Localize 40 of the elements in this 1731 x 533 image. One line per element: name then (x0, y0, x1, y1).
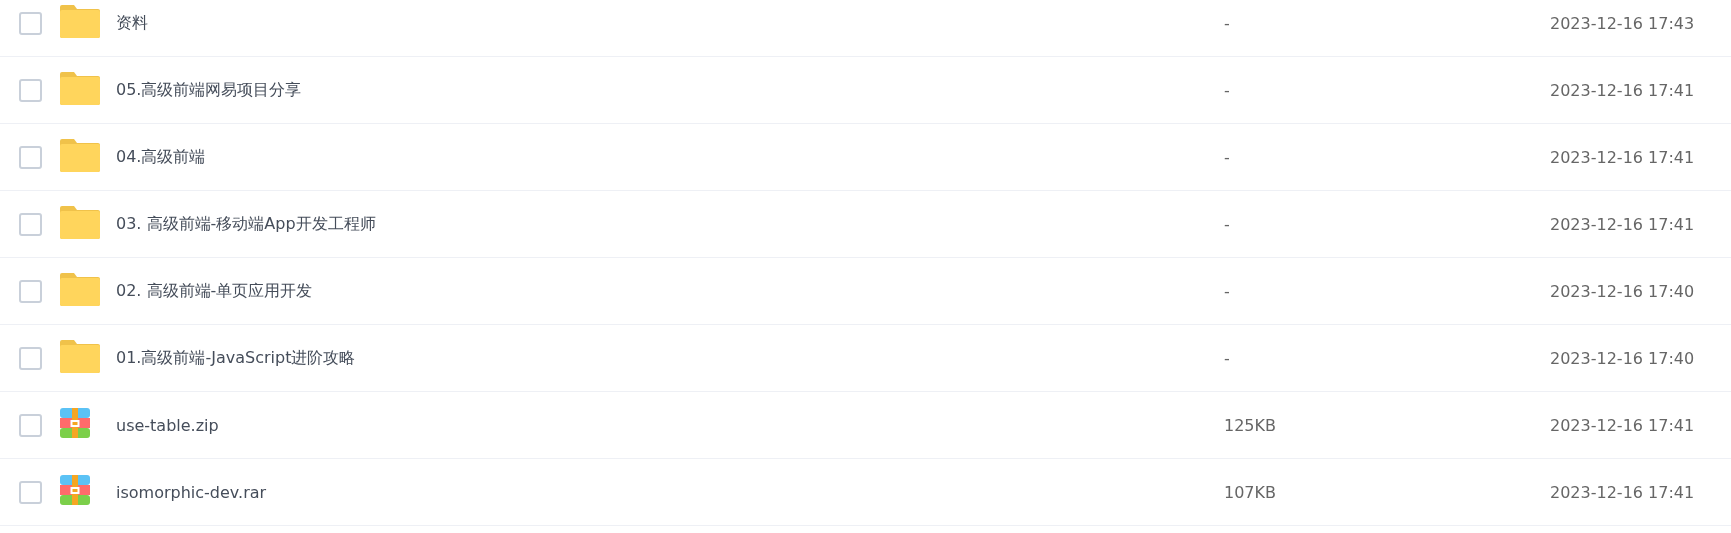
folder-icon (60, 339, 100, 373)
row-checkbox[interactable] (19, 78, 42, 102)
row-checkbox[interactable] (19, 11, 42, 35)
modified-time: 2023-12-16 17:40 (1550, 281, 1696, 301)
file-name[interactable]: 04.高级前端 (116, 146, 1224, 168)
file-name[interactable]: 03. 高级前端-移动端App开发工程师 (116, 213, 1224, 235)
file-size: - (1224, 13, 1231, 33)
row-checkbox[interactable] (19, 145, 42, 169)
file-size: - (1224, 348, 1231, 368)
file-name[interactable]: 05.高级前端网易项目分享 (116, 79, 1224, 101)
file-size: - (1224, 214, 1231, 234)
modified-time: 2023-12-16 17:41 (1550, 482, 1696, 502)
file-name[interactable]: use-table.zip (116, 415, 1224, 435)
row-checkbox[interactable] (19, 480, 42, 504)
folder-icon (60, 205, 100, 239)
file-size: 107KB (1224, 482, 1277, 502)
modified-time: 2023-12-16 17:40 (1550, 348, 1696, 368)
file-name[interactable]: 02. 高级前端-单页应用开发 (116, 280, 1224, 302)
file-name[interactable]: isomorphic-dev.rar (116, 482, 1224, 502)
row-checkbox[interactable] (19, 346, 42, 370)
file-size: - (1224, 147, 1231, 167)
modified-time: 2023-12-16 17:41 (1550, 214, 1696, 234)
row-checkbox[interactable] (19, 212, 42, 236)
row-checkbox[interactable] (19, 413, 42, 437)
file-name[interactable]: 01.高级前端-JavaScript进阶攻略 (116, 347, 1224, 369)
file-size: - (1224, 80, 1231, 100)
modified-time: 2023-12-16 17:41 (1550, 80, 1696, 100)
modified-time: 2023-12-16 17:43 (1550, 13, 1696, 33)
folder-icon (60, 138, 100, 172)
file-size: 125KB (1224, 415, 1277, 435)
file-name[interactable]: 资料 (116, 12, 1224, 34)
folder-icon (60, 272, 100, 306)
folder-icon (60, 4, 100, 38)
archive-icon (60, 475, 90, 505)
modified-time: 2023-12-16 17:41 (1550, 147, 1696, 167)
archive-icon (60, 408, 90, 438)
file-size: - (1224, 281, 1231, 301)
row-checkbox[interactable] (19, 279, 42, 303)
modified-time: 2023-12-16 17:41 (1550, 415, 1696, 435)
folder-icon (60, 71, 100, 105)
